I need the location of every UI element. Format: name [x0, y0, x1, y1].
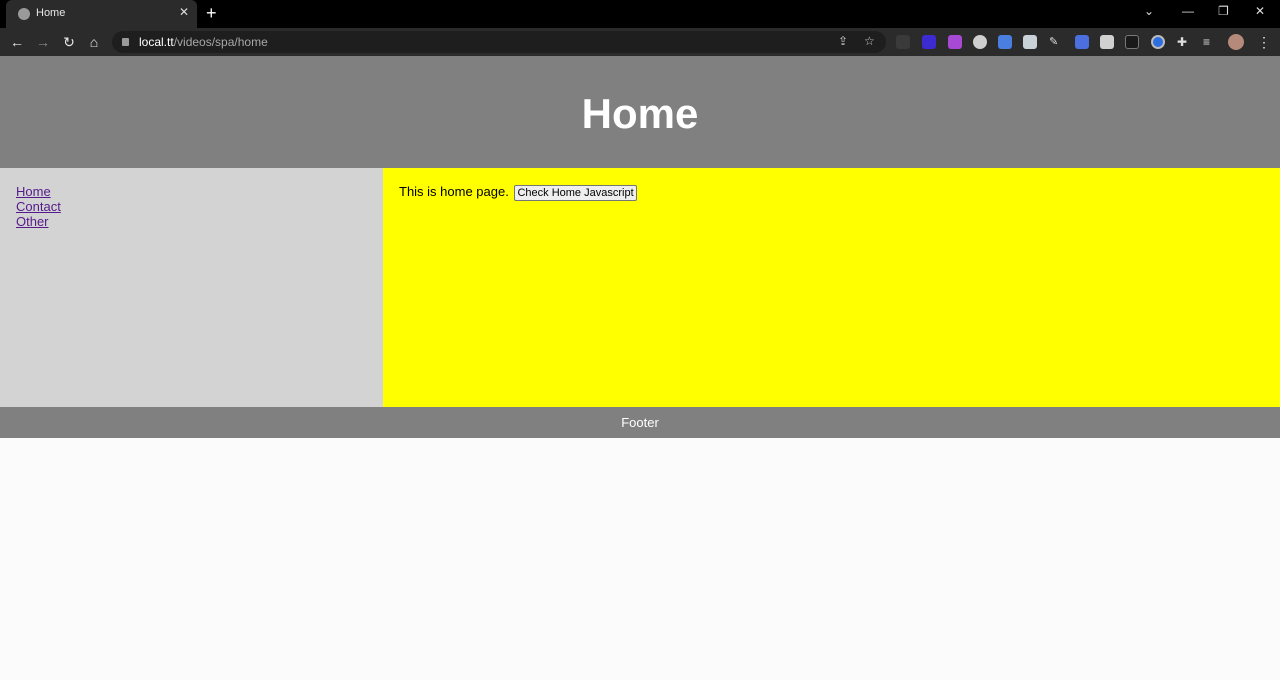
page-header: Home — [0, 56, 1280, 168]
restore-icon[interactable]: ❐ — [1218, 4, 1229, 18]
puzzle-icon[interactable]: ✚ — [1177, 35, 1191, 49]
close-window-icon[interactable]: ✕ — [1255, 4, 1265, 18]
tab-search-icon[interactable]: ⌄ — [1144, 4, 1154, 18]
forward-icon[interactable]: → — [34, 33, 52, 51]
tab-strip: Home ✕ + ⌄ — ❐ ✕ — [0, 0, 1280, 28]
new-tab-button[interactable]: + — [206, 3, 217, 23]
nav-link-contact[interactable]: Contact — [16, 199, 367, 214]
check-home-javascript-button[interactable]: Check Home Javascript — [514, 185, 637, 201]
extension-icon[interactable] — [998, 35, 1012, 49]
avatar[interactable] — [1228, 34, 1244, 50]
bookmark-star-icon[interactable]: ☆ — [864, 34, 875, 48]
address-bar[interactable]: local.tt/videos/spa/home ⇪ ☆ — [112, 31, 886, 53]
page-title: Home — [581, 90, 699, 137]
main-content: This is home page. Check Home Javascript — [383, 168, 1280, 407]
page: Home Home Contact Other This is home pag… — [0, 56, 1280, 680]
extension-icon[interactable] — [922, 35, 936, 49]
extension-icon[interactable] — [1100, 35, 1114, 49]
browser-tab[interactable]: Home ✕ — [6, 0, 197, 28]
close-tab-icon[interactable]: ✕ — [179, 5, 189, 19]
menu-icon[interactable]: ⋮ — [1255, 33, 1273, 51]
page-footer: Footer — [0, 407, 1280, 438]
browser-toolbar: ← → ↻ ⌂ local.tt/videos/spa/home ⇪ ☆ ✎ ✚… — [0, 28, 1280, 56]
media-icon[interactable]: ≡ — [1203, 35, 1217, 49]
minimize-icon[interactable]: — — [1182, 4, 1194, 18]
tab-title: Home — [36, 7, 66, 19]
extension-icon[interactable] — [973, 35, 987, 49]
content-text: This is home page. — [399, 184, 509, 199]
home-icon[interactable]: ⌂ — [85, 33, 103, 51]
pen-icon[interactable]: ✎ — [1049, 35, 1063, 49]
sidebar-nav: Home Contact Other — [0, 168, 383, 407]
extension-icon[interactable] — [1125, 35, 1139, 49]
extension-icon[interactable] — [896, 35, 910, 49]
lock-icon — [122, 38, 129, 46]
extension-icon[interactable] — [1075, 35, 1089, 49]
extension-icon[interactable] — [1151, 35, 1165, 49]
url-text: local.tt/videos/spa/home — [139, 35, 268, 49]
share-icon[interactable]: ⇪ — [838, 34, 848, 48]
extension-icon[interactable] — [948, 35, 962, 49]
nav-link-other[interactable]: Other — [16, 214, 367, 229]
back-icon[interactable]: ← — [8, 33, 26, 51]
extension-icon[interactable] — [1023, 35, 1037, 49]
globe-icon — [18, 8, 30, 20]
nav-link-home[interactable]: Home — [16, 184, 367, 199]
reload-icon[interactable]: ↻ — [60, 33, 78, 51]
